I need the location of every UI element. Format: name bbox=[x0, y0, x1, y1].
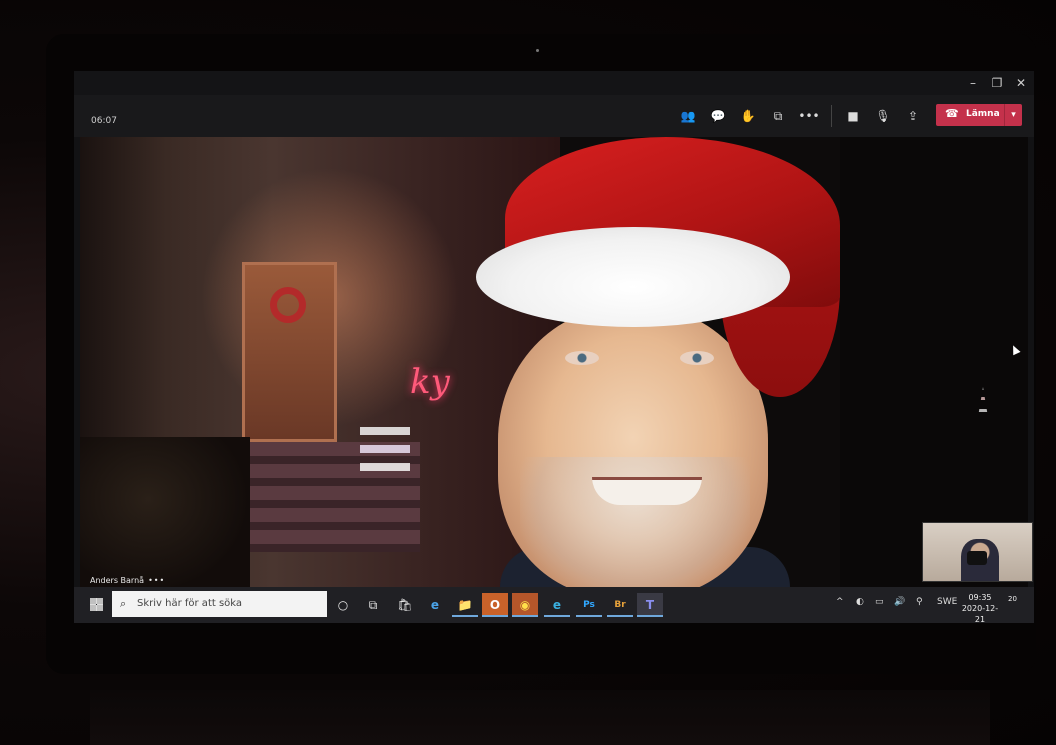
teams-icon[interactable]: T bbox=[637, 593, 663, 617]
close-button[interactable]: ✕ bbox=[1010, 74, 1032, 92]
smile bbox=[592, 477, 702, 505]
mic-icon[interactable]: 🎙 bbox=[872, 105, 894, 127]
participant-name-tag: Anders Barnå ••• bbox=[90, 576, 165, 585]
tray-chevron-up-icon[interactable]: ^ bbox=[836, 597, 844, 607]
chrome-icon[interactable]: ◉ bbox=[512, 593, 538, 617]
volume-icon[interactable]: 🔊 bbox=[894, 597, 905, 607]
window-title-bar: – ❐ ✕ bbox=[74, 71, 1034, 95]
neon-sign: ky bbox=[410, 362, 450, 402]
toolbar-divider bbox=[831, 105, 832, 127]
raise-hand-icon[interactable]: ✋ bbox=[737, 105, 759, 127]
leave-label: Lämna bbox=[966, 109, 1000, 119]
hang-up-icon: ☎ bbox=[945, 107, 959, 120]
search-icon: ⌕ bbox=[120, 597, 127, 610]
self-view-camera bbox=[967, 551, 987, 565]
chat-icon[interactable]: 💬 bbox=[707, 105, 729, 127]
cortana-icon[interactable]: ○ bbox=[330, 593, 356, 617]
meeting-toolbar: 06:07 👥 💬 ✋ ⧉ ••• ■ 🎙 ⇪ ☎ Lämna ▾ bbox=[74, 95, 1034, 137]
rooms-icon[interactable]: ⧉ bbox=[767, 105, 789, 127]
participant-more-icon[interactable]: ••• bbox=[148, 576, 165, 585]
minimize-button[interactable]: – bbox=[962, 74, 984, 92]
screen: – ❐ ✕ 06:07 👥 💬 ✋ ⧉ ••• ■ 🎙 ⇪ ☎ Lämna ▾ … bbox=[74, 71, 1034, 623]
network-icon[interactable]: ⚲ bbox=[916, 597, 923, 607]
task-view-icon[interactable]: ⧉ bbox=[360, 593, 386, 617]
main-video: ky bbox=[80, 137, 1028, 593]
self-view-video[interactable] bbox=[922, 522, 1033, 582]
more-icon[interactable]: ••• bbox=[798, 105, 820, 127]
participant-name: Anders Barnå bbox=[90, 576, 145, 585]
windows-taskbar: ⌕ Skriv här för att söka ○ ⧉ 🛍 e 📁 O ◉ e… bbox=[74, 587, 1034, 623]
clock-date: 2020-12-21 bbox=[961, 604, 999, 623]
shrub bbox=[80, 437, 250, 593]
keyboard-edge bbox=[90, 690, 990, 745]
clock-time: 09:35 bbox=[968, 593, 992, 602]
chevron-down-icon[interactable]: ▾ bbox=[1004, 104, 1022, 126]
camera-icon[interactable]: ■ bbox=[842, 105, 864, 127]
christmas-wreath bbox=[270, 287, 306, 323]
search-placeholder: Skriv här för att söka bbox=[137, 598, 243, 609]
battery-icon[interactable]: ▭ bbox=[875, 597, 884, 607]
left-eye bbox=[565, 351, 599, 365]
photoshop-icon[interactable]: Ps bbox=[576, 593, 602, 617]
tray-meet-icon[interactable]: ◐ bbox=[856, 597, 864, 607]
share-icon[interactable]: ⇪ bbox=[902, 105, 924, 127]
outlook-icon[interactable]: O bbox=[482, 593, 508, 617]
taskbar-clock[interactable]: 09:35 2020-12-21 bbox=[958, 592, 1002, 623]
store-icon[interactable]: 🛍 bbox=[392, 593, 418, 617]
lanterns bbox=[360, 427, 410, 507]
edge-icon[interactable]: e bbox=[544, 593, 570, 617]
language-indicator[interactable]: SWE bbox=[937, 597, 957, 607]
leave-button[interactable]: ☎ Lämna ▾ bbox=[936, 104, 1022, 126]
right-eye bbox=[680, 351, 714, 365]
meeting-timer: 06:07 bbox=[91, 116, 117, 126]
webcam-dot bbox=[536, 49, 539, 52]
taskbar-search-input[interactable]: ⌕ Skriv här för att söka bbox=[112, 591, 327, 617]
santa-hat-fur bbox=[476, 227, 790, 327]
internet-explorer-icon[interactable]: e bbox=[422, 593, 448, 617]
people-icon[interactable]: 👥 bbox=[677, 105, 699, 127]
bridge-icon[interactable]: Br bbox=[607, 593, 633, 617]
file-explorer-icon[interactable]: 📁 bbox=[452, 593, 478, 617]
maximize-button[interactable]: ❐ bbox=[986, 74, 1008, 92]
windows-start-icon[interactable] bbox=[90, 598, 103, 611]
notification-center-icon[interactable]: 20 bbox=[1008, 595, 1022, 609]
